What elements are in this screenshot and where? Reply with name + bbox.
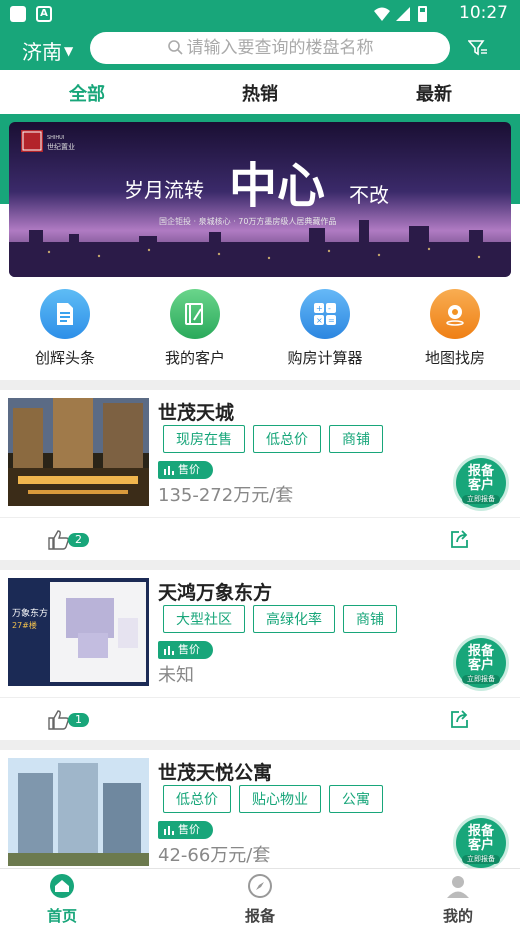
search-icon bbox=[167, 40, 183, 55]
svg-text:=: = bbox=[328, 316, 335, 325]
section-divider bbox=[0, 560, 520, 570]
map-pin-icon bbox=[430, 289, 480, 339]
document-icon bbox=[40, 289, 90, 339]
svg-text:×: × bbox=[316, 316, 323, 325]
thumbnail-subcaption: 27#楼 bbox=[12, 620, 37, 630]
listing-name[interactable]: 世茂天悦公寓 bbox=[158, 758, 272, 785]
tab-hot[interactable]: 热销 bbox=[200, 80, 320, 106]
banner-subtitle: 国企钜投 · 泉城核心 · 70万方墨房级人居典藏作品 bbox=[159, 216, 336, 226]
banner-slogan-main: 中心 bbox=[229, 158, 325, 214]
bar-chart-icon bbox=[164, 466, 174, 475]
like-count: 2 bbox=[68, 533, 89, 547]
price-badge: 售价 bbox=[158, 641, 213, 659]
listing-price: 42-66万元/套 bbox=[158, 845, 271, 866]
like-count: 1 bbox=[68, 713, 89, 727]
listing-tags: 低总价 贴心物业 公寓 bbox=[163, 785, 391, 813]
listing-tag: 公寓 bbox=[329, 785, 383, 813]
banner-image: SHIHUI 世纪置业 岁月流转 中心 不改 国企钜投 · 泉城核心 · 70万… bbox=[9, 122, 511, 277]
share-icon[interactable] bbox=[450, 529, 470, 549]
listing-price: 135-272万元/套 bbox=[158, 485, 294, 506]
banner-slogan-right: 不改 bbox=[349, 183, 389, 207]
nav-report[interactable]: 报备 bbox=[210, 873, 310, 926]
nav-profile[interactable]: 我的 bbox=[408, 873, 508, 926]
app-notification-icon: A bbox=[36, 6, 52, 22]
nav-home[interactable]: 首页 bbox=[12, 873, 112, 926]
share-icon[interactable] bbox=[450, 709, 470, 729]
tab-all[interactable]: 全部 bbox=[27, 80, 147, 106]
listing-tag: 低总价 bbox=[253, 425, 321, 453]
quick-link-headlines[interactable]: 创辉头条 bbox=[5, 289, 125, 368]
notification-icon bbox=[10, 6, 26, 22]
calculator-icon: + - × = bbox=[300, 289, 350, 339]
section-divider bbox=[0, 740, 520, 750]
bottom-navigation: 首页 报备 我的 bbox=[0, 868, 520, 926]
report-client-button[interactable]: 报备 客户 立即报备 bbox=[456, 818, 506, 868]
filter-icon[interactable] bbox=[468, 39, 488, 57]
quick-link-my-clients[interactable]: 我的客户 bbox=[135, 289, 255, 368]
bar-chart-icon bbox=[164, 826, 174, 835]
top-bar: 济南 ▼ 请输入要查询的楼盘名称 bbox=[0, 28, 520, 70]
listing-tag: 大型社区 bbox=[163, 605, 245, 633]
listing-tag: 低总价 bbox=[163, 785, 231, 813]
caret-down-icon: ▼ bbox=[64, 44, 74, 58]
banner-area: SHIHUI 世纪置业 岁月流转 中心 不改 国企钜投 · 泉城核心 · 70万… bbox=[0, 114, 520, 284]
listing-card[interactable]: 万象东方 27#楼 天鸿万象东方 大型社区 高绿化率 商铺 售价 未知 报备 客户 … bbox=[0, 570, 520, 740]
system-status-icons bbox=[374, 6, 427, 22]
svg-text:-: - bbox=[328, 304, 331, 313]
section-divider bbox=[0, 380, 520, 390]
quick-links: 创辉头条 我的客户 + - × = 购房计算器 地图找房 bbox=[0, 279, 520, 379]
listing-name[interactable]: 天鸿万象东方 bbox=[158, 578, 272, 605]
main-content[interactable]: SHIHUI 世纪置业 岁月流转 中心 不改 国企钜投 · 泉城核心 · 70万… bbox=[0, 114, 520, 868]
clock: 10:27 bbox=[459, 3, 508, 23]
quick-link-calculator[interactable]: + - × = 购房计算器 bbox=[265, 289, 385, 368]
listing-tags: 大型社区 高绿化率 商铺 bbox=[163, 605, 405, 633]
category-tabs: 全部 热销 最新 bbox=[0, 70, 520, 114]
report-client-button[interactable]: 报备 客户 立即报备 bbox=[456, 458, 506, 508]
svg-text:SHIHUI: SHIHUI bbox=[47, 135, 64, 141]
listing-thumbnail: 万象东方 27#楼 bbox=[8, 578, 149, 686]
listing-card[interactable]: 世茂天城 现房在售 低总价 商铺 售价 135-272万元/套 报备 客户 立即报备… bbox=[0, 390, 520, 560]
thumbs-up-icon[interactable] bbox=[48, 530, 70, 550]
listing-footer: 1 bbox=[0, 697, 520, 740]
listing-thumbnail bbox=[8, 398, 149, 506]
price-badge: 售价 bbox=[158, 821, 213, 839]
listing-price: 未知 bbox=[158, 665, 194, 686]
thumbs-up-icon[interactable] bbox=[48, 710, 70, 730]
banner-brand: 世纪置业 bbox=[47, 142, 75, 151]
listing-name[interactable]: 世茂天城 bbox=[158, 398, 234, 425]
tab-newest[interactable]: 最新 bbox=[374, 80, 494, 106]
city-selector[interactable]: 济南 ▼ bbox=[22, 36, 73, 65]
bar-chart-icon bbox=[164, 646, 174, 655]
search-placeholder: 请输入要查询的楼盘名称 bbox=[186, 38, 374, 58]
report-client-button[interactable]: 报备 客户 立即报备 bbox=[456, 638, 506, 688]
thumbnail-caption: 万象东方 bbox=[12, 607, 48, 619]
notebook-icon bbox=[170, 289, 220, 339]
promo-banner[interactable]: SHIHUI 世纪置业 岁月流转 中心 不改 国企钜投 · 泉城核心 · 70万… bbox=[9, 122, 511, 277]
listing-tag: 现房在售 bbox=[163, 425, 245, 453]
banner-slogan-left: 岁月流转 bbox=[124, 178, 204, 202]
listing-thumbnail bbox=[8, 758, 149, 866]
user-icon bbox=[447, 876, 469, 898]
compass-icon bbox=[248, 874, 272, 898]
price-badge: 售价 bbox=[158, 461, 213, 479]
listing-tag: 高绿化率 bbox=[253, 605, 335, 633]
listing-tag: 商铺 bbox=[343, 605, 397, 633]
search-input[interactable]: 请输入要查询的楼盘名称 bbox=[90, 32, 450, 64]
listing-card[interactable]: 世茂天悦公寓 低总价 贴心物业 公寓 售价 42-66万元/套 报备 客户 立即报备 bbox=[0, 750, 520, 868]
quick-link-map-search[interactable]: 地图找房 bbox=[395, 289, 515, 368]
home-icon bbox=[50, 874, 74, 898]
listing-tags: 现房在售 低总价 商铺 bbox=[163, 425, 391, 453]
svg-text:+: + bbox=[316, 304, 323, 313]
listing-tag: 商铺 bbox=[329, 425, 383, 453]
status-bar: A 10:27 bbox=[0, 0, 520, 28]
city-label: 济南 bbox=[22, 40, 62, 64]
listing-tag: 贴心物业 bbox=[239, 785, 321, 813]
listing-footer: 2 bbox=[0, 517, 520, 560]
